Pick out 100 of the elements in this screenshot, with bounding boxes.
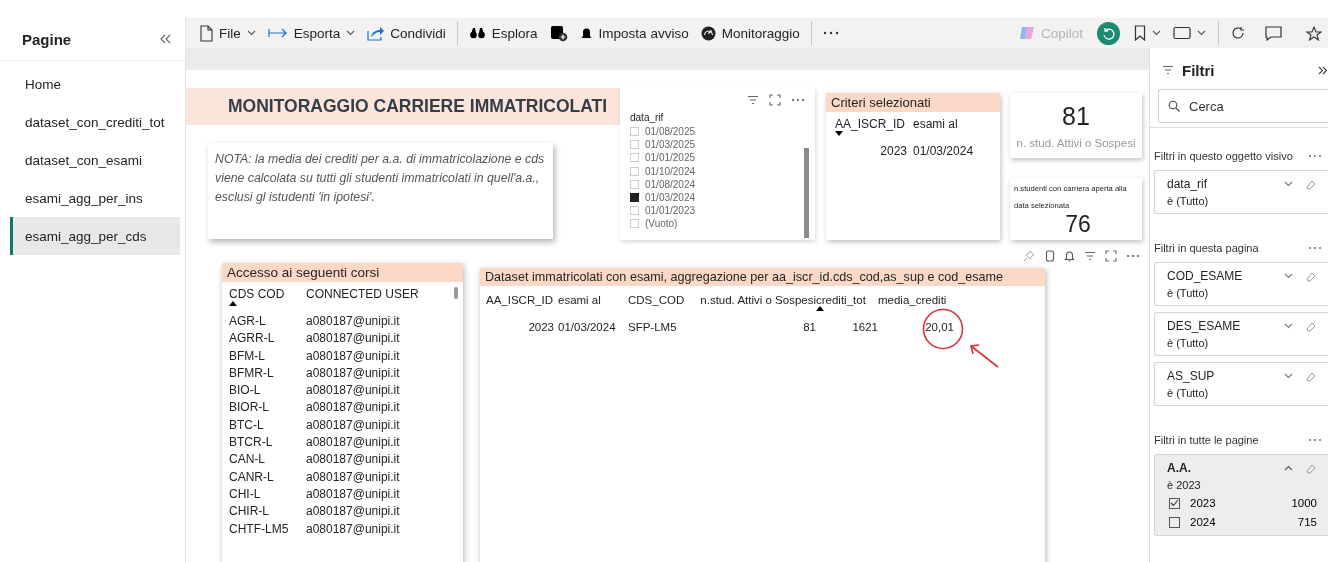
section-title: Filtri in questo oggetto visivo	[1154, 150, 1293, 162]
slicer-option[interactable]: 01/03/2025	[630, 138, 696, 152]
more-icon[interactable]	[1126, 254, 1140, 258]
table-cell: a080187@unipi.it	[306, 314, 400, 328]
slicer-option[interactable]: 01/08/2025	[630, 125, 696, 139]
pin-icon[interactable]	[1023, 250, 1035, 262]
toolbar-button[interactable]: Esplora	[463, 22, 543, 44]
table-cell: BFMR-L	[229, 365, 274, 380]
filter-card[interactable]: COD_ESAME è (Tutto)	[1154, 262, 1328, 306]
chevron-down-icon[interactable]	[1284, 323, 1293, 329]
checkbox[interactable]	[1169, 497, 1180, 509]
page-item[interactable]: dataset_con_crediti_tot	[10, 103, 180, 141]
expand-icon[interactable]	[1318, 65, 1328, 75]
bell-icon[interactable]	[1064, 250, 1075, 262]
focus-mode-icon[interactable]	[1105, 250, 1117, 262]
eraser-icon[interactable]	[1305, 270, 1316, 282]
filter-card[interactable]: data_rif è (Tutto)	[1154, 170, 1328, 214]
column-header[interactable]: esami al	[558, 294, 601, 306]
file-icon	[199, 24, 213, 42]
column-header[interactable]: AA_ISCR_ID	[835, 117, 906, 131]
table-cell: a080187@unipi.it	[306, 504, 400, 519]
slicer-option[interactable]: 01/08/2024	[630, 177, 696, 191]
eraser-icon[interactable]	[1305, 320, 1316, 332]
chevron-down-icon[interactable]	[1152, 30, 1161, 36]
table-cell: 2023	[880, 144, 907, 158]
sort-icon[interactable]	[816, 306, 824, 311]
chevron-down-icon[interactable]	[1284, 181, 1293, 187]
filter-icon[interactable]	[1162, 65, 1174, 75]
scrollbar[interactable]	[454, 287, 458, 299]
slicer-option[interactable]: 01/01/2023	[630, 204, 696, 218]
toolbar-button[interactable]: Esporta	[262, 22, 361, 44]
page-item[interactable]: esami_agg_per_ins	[10, 179, 180, 217]
table-cell: CHTF-LM5	[229, 521, 289, 536]
star-icon[interactable]	[1306, 25, 1322, 41]
table-cell: a080187@unipi.it	[306, 417, 400, 432]
column-header[interactable]: esami al	[913, 117, 958, 131]
chevron-down-icon[interactable]	[1284, 273, 1293, 279]
eraser-icon[interactable]	[1305, 370, 1316, 382]
more-icon[interactable]	[791, 98, 805, 102]
slicer-option[interactable]: 01/03/2024	[630, 190, 696, 205]
column-header[interactable]: CDS COD	[229, 287, 285, 301]
sort-icon[interactable]	[229, 301, 237, 306]
filter-condition: è (Tutto)	[1167, 387, 1209, 399]
reset-button[interactable]	[1097, 21, 1120, 45]
toolbar-button[interactable]: File	[194, 21, 261, 45]
filter-condition: è (Tutto)	[1167, 195, 1209, 207]
chevron-down-icon[interactable]	[1284, 373, 1293, 379]
filter-option[interactable]: 2023 1000	[1167, 496, 1317, 510]
sort-icon[interactable]	[835, 131, 843, 136]
scrollbar[interactable]	[804, 148, 809, 238]
checkbox[interactable]	[1169, 516, 1180, 528]
chevron-up-icon[interactable]	[1284, 465, 1293, 471]
filter-card[interactable]: AS_SUP è (Tutto)	[1154, 362, 1328, 406]
focus-mode-icon[interactable]	[769, 94, 781, 106]
column-header[interactable]: AA_ISCR_ID	[486, 294, 554, 306]
chevron-down-icon[interactable]	[346, 30, 356, 36]
eraser-icon[interactable]	[1305, 178, 1316, 190]
chevron-down-icon[interactable]	[246, 30, 256, 36]
filter-field: COD_ESAME	[1167, 269, 1284, 283]
search-icon[interactable]	[1168, 100, 1180, 112]
copy-icon[interactable]	[1044, 250, 1055, 262]
undo-icon	[1102, 26, 1115, 40]
filter-condition: è (Tutto)	[1167, 287, 1209, 299]
comment-icon[interactable]	[1265, 25, 1282, 41]
more-icon[interactable]	[822, 31, 839, 35]
eraser-icon[interactable]	[1305, 462, 1316, 474]
page-item[interactable]: Home	[10, 65, 180, 103]
slicer-option[interactable]: (Vuoto)	[630, 217, 678, 231]
toolbar-button[interactable]: Monitoraggio	[695, 22, 805, 44]
table-cell: BFM-L	[229, 348, 265, 363]
filter-card[interactable]: A.A. è 2023 2023 1000 2024 715	[1154, 454, 1328, 536]
column-header[interactable]: n.stud. Attivi o Sospesi	[700, 294, 816, 306]
slicer-option[interactable]: 01/10/2024	[630, 164, 696, 178]
filter-icon[interactable]	[747, 95, 759, 105]
page-item[interactable]: dataset_con_esami	[10, 141, 180, 179]
filter-icon[interactable]	[1084, 251, 1096, 261]
report-plus-icon[interactable]	[549, 24, 568, 42]
slicer-title: data_rif	[630, 112, 664, 123]
column-header[interactable]: media_crediti	[878, 294, 947, 306]
filters-title: Filtri	[1182, 61, 1215, 79]
toolbar-button[interactable]: Imposta avviso	[574, 22, 694, 44]
search-field[interactable]: Cerca	[1158, 89, 1328, 123]
chevron-down-icon[interactable]	[1197, 30, 1206, 36]
filter-condition: è 2023	[1167, 479, 1201, 491]
filter-option[interactable]: 2024 715	[1167, 515, 1317, 529]
page-item[interactable]: esami_agg_per_cds	[10, 217, 180, 255]
filter-card[interactable]: DES_ESAME è (Tutto)	[1154, 312, 1328, 356]
table-cell: a080187@unipi.it	[306, 365, 400, 380]
refresh-icon[interactable]	[1231, 26, 1245, 40]
checkbox[interactable]	[630, 193, 639, 203]
bookmark-icon[interactable]	[1134, 25, 1146, 41]
table-cell: BIOR-L	[229, 400, 269, 415]
collapse-icon[interactable]	[160, 34, 171, 44]
table-cell: 1621	[852, 321, 878, 333]
view-icon[interactable]	[1173, 26, 1191, 40]
column-header[interactable]: CDS_COD	[628, 294, 685, 306]
column-header[interactable]: CONNECTED USER	[306, 287, 419, 301]
column-header[interactable]: crediti_tot	[816, 294, 866, 306]
toolbar-button[interactable]: Condividi	[362, 22, 451, 44]
slicer-option[interactable]: 01/01/2025	[630, 151, 696, 165]
